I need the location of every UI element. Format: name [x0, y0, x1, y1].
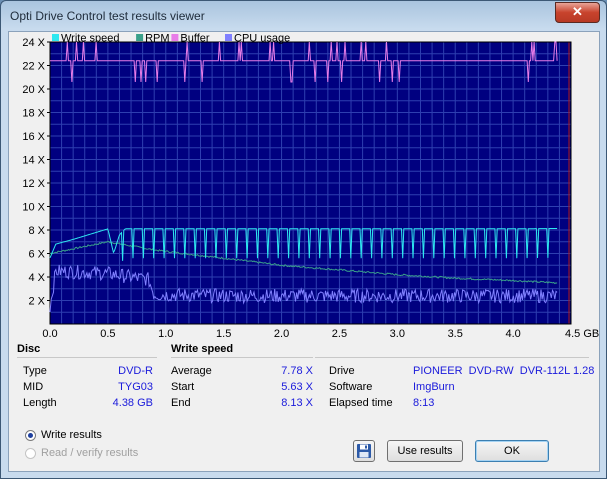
elapsed-time-label: Elapsed time — [329, 397, 393, 409]
write-speed-start-label: Start — [171, 381, 195, 393]
y-tick-label: 8 X — [28, 225, 45, 237]
close-button[interactable]: ✕ — [555, 2, 600, 23]
x-tick-label: 4.5 GB — [565, 328, 599, 340]
x-tick-label: 2.0 — [274, 328, 289, 340]
write-speed-divider — [171, 357, 313, 358]
software-label: Software — [329, 381, 373, 393]
read-verify-results-label: Read / verify results — [41, 447, 139, 459]
y-tick-label: 4 X — [28, 272, 45, 284]
read-verify-results-radio[interactable] — [25, 447, 36, 459]
x-tick-label: 0.0 — [42, 328, 57, 340]
ok-button[interactable]: OK — [475, 440, 549, 462]
x-tick-label: 2.5 — [332, 328, 347, 340]
write-results-option[interactable]: Write results — [25, 429, 102, 441]
y-tick-label: 14 X — [22, 155, 45, 167]
x-tick-label: 1.5 — [216, 328, 231, 340]
y-tick-label: 2 X — [28, 296, 45, 308]
x-tick-label: 3.5 — [448, 328, 463, 340]
legend-swatch — [136, 34, 144, 41]
drive-divider — [315, 357, 589, 358]
client-area: 2 X 4 X 6 X 8 X 10 X 12 X 14 X 16 X 18 X 20 X 22 X… — [8, 31, 600, 472]
window-title: Opti Drive Control test results viewer — [10, 9, 205, 23]
write-speed-end-value: 8.13 X — [281, 397, 313, 409]
read-verify-results-option[interactable]: Read / verify results — [25, 447, 138, 459]
legend-label: Buffer — [180, 33, 209, 45]
y-tick-label: 24 X — [22, 37, 45, 49]
disc-heading: Disc — [17, 343, 41, 355]
legend-swatch — [171, 34, 179, 41]
legend-label: CPU usage — [234, 33, 290, 45]
write-results-label: Write results — [41, 429, 102, 441]
y-tick-label: 20 X — [22, 84, 45, 96]
write-speed-chart: 2 X 4 X 6 X 8 X 10 X 12 X 14 X 16 X 18 X 20 X 22 X… — [22, 33, 599, 341]
y-tick-label: 18 X — [22, 108, 45, 120]
title-bar: Opti Drive Control test results viewer ✕ — [1, 1, 606, 31]
software-value: ImgBurn — [413, 381, 455, 393]
disc-divider — [17, 357, 157, 358]
disc-mid-value: TYG03 — [118, 381, 153, 393]
legend-swatch — [225, 34, 232, 41]
drive-label: Drive — [329, 365, 355, 377]
disc-length-label: Length — [23, 397, 57, 409]
drive-value: PIONEER DVD-RW DVR-112L 1.28 — [413, 365, 595, 377]
y-tick-label: 12 X — [22, 178, 45, 190]
y-tick-label: 6 X — [28, 249, 45, 261]
write-speed-end-label: End — [171, 397, 191, 409]
legend-label: Write speed — [61, 33, 120, 45]
write-speed-start-value: 5.63 X — [281, 381, 313, 393]
y-tick-label: 22 X — [22, 61, 45, 73]
write-speed-heading: Write speed — [171, 343, 234, 355]
app-window: Opti Drive Control test results viewer ✕… — [0, 0, 607, 479]
y-tick-label: 10 X — [22, 202, 45, 214]
x-tick-label: 4.0 — [505, 328, 520, 340]
disc-mid-label: MID — [23, 381, 44, 393]
y-tick-label: 16 X — [22, 131, 45, 143]
x-tick-label: 1.0 — [158, 328, 173, 340]
chart-panel: 2 X 4 X 6 X 8 X 10 X 12 X 14 X 16 X 18 X 20 X 22 X… — [9, 32, 599, 342]
write-speed-average-label: Average — [171, 365, 212, 377]
x-tick-label: 0.5 — [100, 328, 115, 340]
use-results-button[interactable]: Use results — [387, 440, 463, 462]
floppy-disk-icon — [357, 444, 371, 458]
legend-label: RPM — [145, 33, 169, 45]
disc-type-value: DVD-R — [118, 365, 153, 377]
write-results-radio[interactable] — [25, 429, 36, 441]
disc-type-label: Type — [23, 365, 47, 377]
write-speed-average-value: 7.78 X — [281, 365, 313, 377]
elapsed-time-value: 8:13 — [413, 397, 435, 409]
save-button[interactable] — [353, 440, 375, 462]
legend-swatch — [52, 34, 59, 41]
disc-length-value: 4.38 GB — [112, 397, 153, 409]
x-tick-label: 3.0 — [390, 328, 405, 340]
